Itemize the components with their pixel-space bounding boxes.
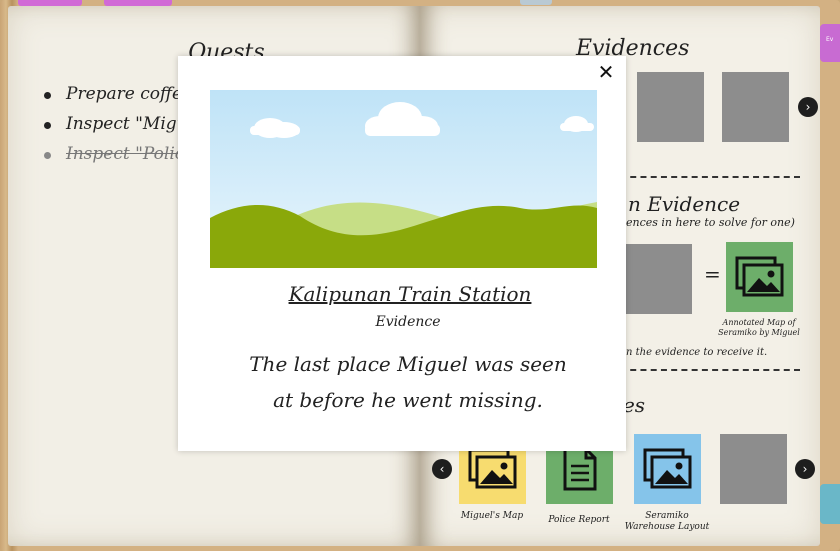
image-icon	[735, 256, 783, 297]
evidence-slot[interactable]	[722, 72, 789, 142]
evidence-slot[interactable]	[637, 72, 704, 142]
evidences-next-button[interactable]: ›	[798, 97, 818, 117]
combine-footer: n the evidence to receive it.	[626, 347, 768, 358]
item-label: Police Report	[548, 515, 610, 525]
image-icon	[468, 448, 516, 489]
divider	[620, 369, 800, 371]
quest-item[interactable]: Inspect "Migu	[44, 114, 188, 144]
combine-heading: n Evidence	[628, 192, 741, 216]
combine-hint: ences in here to solve for one)	[626, 216, 795, 229]
item-label: Miguel's Map	[460, 511, 524, 521]
image-icon	[643, 448, 691, 489]
combine-slot[interactable]	[626, 244, 692, 314]
item-label: Seramiko Warehouse Layout	[624, 511, 710, 532]
quest-item[interactable]: Prepare coffe	[44, 84, 188, 114]
chevron-left-icon: ‹	[439, 462, 445, 476]
divider	[620, 176, 800, 178]
quest-list: Prepare coffe Inspect "Migu Inspect "Pol…	[44, 84, 188, 174]
side-tab[interactable]	[820, 484, 840, 524]
evidence-subtitle: Evidence	[375, 314, 441, 330]
close-icon: ✕	[597, 60, 615, 84]
combine-result[interactable]	[726, 242, 793, 312]
side-tab-evidence[interactable]: Ev	[820, 24, 840, 62]
item-slot-empty[interactable]	[720, 434, 787, 504]
side-tab-label: Ev	[826, 36, 834, 43]
evidence-description: The last place Miguel was seen at before…	[249, 352, 567, 412]
landscape-illustration	[210, 90, 597, 268]
bookmark-tab[interactable]	[520, 0, 552, 5]
quest-item-completed[interactable]: Inspect "Polic	[44, 144, 188, 174]
items-next-button[interactable]: ›	[795, 459, 815, 479]
item-card-warehouse-layout[interactable]	[634, 434, 701, 504]
chevron-right-icon: ›	[802, 462, 808, 476]
equals-sign: =	[704, 262, 721, 286]
close-button[interactable]: ✕	[596, 60, 616, 84]
document-icon	[563, 447, 596, 491]
chevron-right-icon: ›	[805, 100, 811, 114]
evidence-title: Kalipunan Train Station	[288, 282, 532, 306]
evidence-image	[210, 90, 597, 268]
items-prev-button[interactable]: ‹	[432, 459, 452, 479]
combine-result-label: Annotated Map of Seramiko by Miguel	[718, 318, 800, 337]
